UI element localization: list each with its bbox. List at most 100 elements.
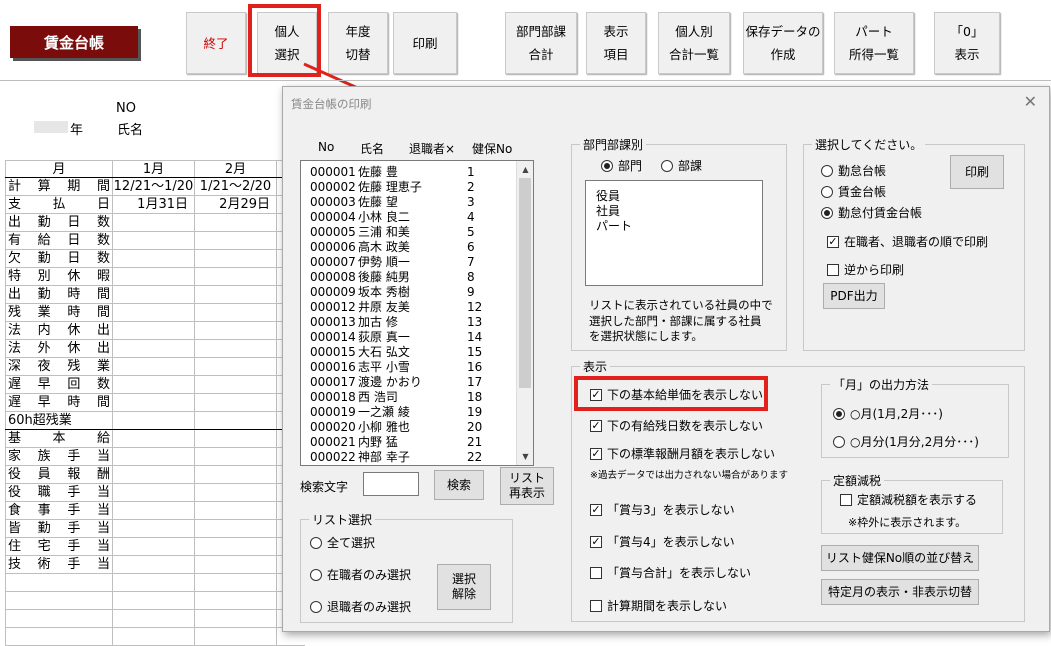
list-item[interactable]: 000009 坂本 秀樹 9 [310,285,510,300]
toolbar-button-part[interactable]: パート 所得一覧 [834,12,914,74]
list-item[interactable]: 000001 佐藤 豊 1 [310,165,510,180]
list-scrollbar[interactable]: ▲ ▼ [516,161,533,465]
cell-month-2[interactable] [195,232,277,249]
radio-attendance-wage[interactable]: 勤怠付賃金台帳 [821,204,922,221]
cell-month-2[interactable] [195,376,277,393]
cell-month-1[interactable] [113,448,195,465]
close-icon[interactable]: ✕ [1024,92,1037,111]
cell-month-2[interactable] [195,412,277,429]
radio-attendance[interactable]: 勤怠台帳 [821,162,886,179]
cell-month-2[interactable] [195,394,277,411]
reverse-check[interactable]: 逆から印刷 [827,261,904,278]
search-input[interactable] [363,472,419,496]
cell-month-1[interactable] [113,250,195,267]
list-item[interactable]: 000008 後藤 純男 8 [310,270,510,285]
list-item[interactable]: 000002 佐藤 理恵子 2 [310,180,510,195]
radio-wage[interactable]: 賃金台帳 [821,183,886,200]
cell-month-2[interactable] [195,268,277,285]
toolbar-button-display[interactable]: 表示 項目 [586,12,646,74]
cell-month-1[interactable] [113,520,195,537]
cell-month-1[interactable] [113,214,195,231]
list-item[interactable]: 000014 荻原 真一 14 [310,330,510,345]
list-item[interactable]: 000015 大石 弘文 15 [310,345,510,360]
radio-select-active[interactable]: 在職者のみ選択 [310,566,411,583]
display-check[interactable]: ✓ 下の標準報酬月額を表示しない [590,445,775,462]
cell-month-2[interactable]: 1/21～2/20 [195,178,277,195]
pdf-button[interactable]: PDF出力 [823,283,885,309]
cell-month-1[interactable] [113,394,195,411]
list-item[interactable]: 000017 渡邊 かおり 17 [310,375,510,390]
cell-month-1[interactable] [113,502,195,519]
display-check[interactable]: ✓ 下の有給残日数を表示しない [590,417,763,434]
cell-month-2[interactable] [195,484,277,501]
cell-month-2[interactable] [195,304,277,321]
cell-month-2[interactable] [195,430,277,447]
list-item[interactable]: 000003 佐藤 望 3 [310,195,510,210]
cell-month-2[interactable] [195,466,277,483]
cell-month-2[interactable] [195,322,277,339]
cell-month-1[interactable] [113,430,195,447]
list-item[interactable]: 000006 高木 政美 6 [310,240,510,255]
cell-month-2[interactable] [195,538,277,555]
radio-select-all[interactable]: 全て選択 [310,534,375,551]
cell-month-2[interactable] [195,214,277,231]
cell-month-1[interactable] [113,322,195,339]
cell-month-1[interactable] [113,232,195,249]
list-item[interactable]: 000005 三浦 和美 5 [310,225,510,240]
list-item[interactable]: 000020 小柳 雅也 20 [310,420,510,435]
toolbar-button-save_data[interactable]: 保存データの 作成 [743,12,823,74]
cell-month-2[interactable] [195,502,277,519]
cell-month-1[interactable] [113,376,195,393]
radio-dept[interactable]: 部門 [601,157,642,174]
list-item[interactable]: 000007 伊勢 順一 7 [310,255,510,270]
display-check[interactable]: 計算期間を表示しない [590,597,727,614]
scroll-down-icon[interactable]: ▼ [517,448,533,465]
toolbar-button-dept_total[interactable]: 部門部課 合計 [505,12,577,74]
cell-month-1[interactable] [113,286,195,303]
cell-month-2[interactable] [195,286,277,303]
sort-health-no-button[interactable]: リスト健保No順の並び替え [821,545,979,571]
fixed-tax-check[interactable]: 定額減税額を表示する [840,491,977,508]
cell-month-1[interactable] [113,304,195,321]
toolbar-button-zero[interactable]: 「0」 表示 [934,12,1000,74]
cell-month-1[interactable] [113,466,195,483]
month-toggle-button[interactable]: 特定月の表示・非表示切替 [821,579,979,605]
list-redisplay-button[interactable]: リスト 再表示 [500,467,554,505]
cell-month-2[interactable] [195,250,277,267]
toolbar-button-end[interactable]: 終了 [186,12,246,74]
toolbar-button-person_total[interactable]: 個人別 合計一覧 [658,12,730,74]
dept-item-2[interactable]: パート [596,217,632,234]
list-item[interactable]: 000021 内野 猛 21 [310,435,510,450]
radio-select-retired[interactable]: 退職者のみ選択 [310,598,411,615]
list-item[interactable]: 000018 西 浩司 18 [310,390,510,405]
display-check[interactable]: ✓ 「賞与4」を表示しない [590,533,735,550]
cell-month-1[interactable] [113,412,195,429]
scroll-thumb[interactable] [519,178,531,388]
cell-month-2[interactable] [195,340,277,357]
cell-month-2[interactable] [195,448,277,465]
display-check[interactable]: ✓ 「賞与3」を表示しない [590,501,735,518]
list-item[interactable]: 000016 志平 小雪 16 [310,360,510,375]
cell-month-1[interactable]: 12/21～1/20 [113,178,195,195]
print-button[interactable]: 印刷 [950,155,1004,189]
cell-month-1[interactable] [113,340,195,357]
cell-month-1[interactable] [113,484,195,501]
employee-list[interactable]: 000001 佐藤 豊 1 000002 佐藤 理恵子 2 000003 佐藤 望 3 00000… [300,160,534,466]
cell-month-1[interactable] [113,538,195,555]
cell-month-2[interactable] [195,520,277,537]
cell-month-2[interactable]: 2月29日 [195,196,277,213]
scroll-up-icon[interactable]: ▲ [517,161,533,178]
cell-month-1[interactable] [113,358,195,375]
dept-list[interactable]: 役員 社員 パート [585,180,763,286]
radio-month-portion[interactable]: ○月分(1月分,2月分･･･) [833,433,979,450]
search-button[interactable]: 検索 [434,470,484,500]
cell-month-1[interactable] [113,268,195,285]
list-item[interactable]: 000013 加古 修 13 [310,315,510,330]
list-item[interactable]: 000012 井原 友美 12 [310,300,510,315]
order-check[interactable]: ✓ 在職者、退職者の順で印刷 [827,233,988,250]
display-check[interactable]: 「賞与合計」を表示しない [590,564,751,581]
radio-month[interactable]: ○月(1月,2月･･･) [833,405,943,422]
cell-month-1[interactable] [113,556,195,573]
cell-month-1[interactable]: 1月31日 [113,196,195,213]
cell-month-2[interactable] [195,358,277,375]
